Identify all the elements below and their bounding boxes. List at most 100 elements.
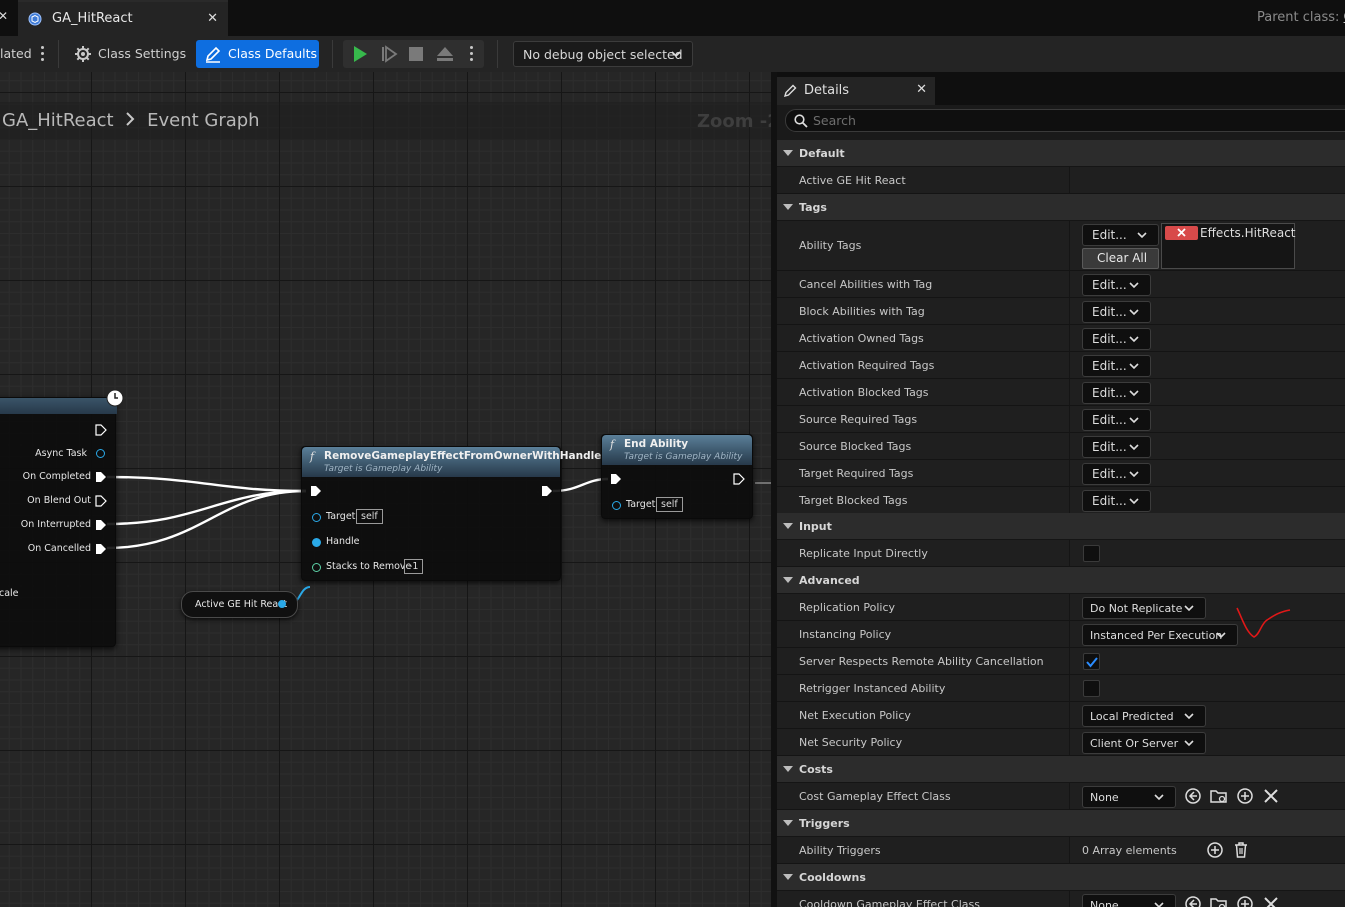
compile-status-label[interactable]: lated: [0, 46, 32, 61]
clear-icon[interactable]: [1262, 895, 1280, 907]
browse-folder-icon[interactable]: [1210, 787, 1228, 805]
tab-ga-hitreact[interactable]: GA_HitReact ✕: [18, 0, 228, 36]
details-search-box[interactable]: [785, 109, 1345, 132]
event-graph-canvas[interactable]: GA_HitReact Event Graph Zoom -2 Async Ta…: [0, 72, 780, 907]
category-costs[interactable]: Costs: [777, 756, 1345, 783]
category-cooldowns[interactable]: Cooldowns: [777, 864, 1345, 891]
property-row: Activation Blocked Tags Edit...: [777, 379, 1345, 406]
edit-tags-button[interactable]: Edit...: [1082, 382, 1151, 404]
async-task-pin[interactable]: [96, 449, 105, 458]
exec-out-pin[interactable]: [95, 471, 107, 483]
select-value: Instanced Per Execution: [1090, 629, 1223, 642]
expand-arrow-icon: [783, 874, 793, 880]
category-default[interactable]: Default: [777, 140, 1345, 167]
target-value[interactable]: self: [356, 509, 383, 524]
eject-icon[interactable]: [436, 45, 454, 63]
server-respects-checkbox[interactable]: [1083, 653, 1100, 670]
details-tab-label: Details: [804, 83, 850, 98]
property-label: Cooldown Gameplay Effect Class: [799, 898, 981, 907]
play-options-icon[interactable]: [470, 46, 474, 62]
tag-value: Effects.HitReact: [1200, 226, 1296, 240]
stacks-value[interactable]: -1: [404, 559, 424, 574]
edit-tags-button[interactable]: Edit...: [1082, 224, 1159, 246]
add-icon[interactable]: [1236, 895, 1254, 907]
search-input[interactable]: [813, 112, 1313, 129]
exec-out-pin[interactable]: [541, 485, 553, 497]
net-security-policy-select[interactable]: Client Or Server: [1082, 732, 1206, 754]
target-pin[interactable]: [612, 501, 621, 510]
handle-pin[interactable]: [312, 538, 321, 547]
close-icon[interactable]: ✕: [916, 82, 927, 97]
pin-label: Async Task: [35, 448, 87, 459]
close-icon[interactable]: ✕: [0, 9, 8, 23]
edit-label: Edit...: [1092, 413, 1127, 427]
net-execution-policy-select[interactable]: Local Predicted: [1082, 705, 1206, 727]
class-settings-button[interactable]: Class Settings: [66, 40, 188, 68]
category-advanced[interactable]: Advanced: [777, 567, 1345, 594]
column-divider: [1069, 891, 1070, 907]
clock-icon: [106, 389, 124, 407]
play-icon[interactable]: [351, 45, 369, 63]
retrigger-checkbox[interactable]: [1083, 680, 1100, 697]
category-triggers[interactable]: Triggers: [777, 810, 1345, 837]
edit-tags-button[interactable]: Edit...: [1082, 355, 1151, 377]
checkmark-icon: [1086, 657, 1098, 668]
variable-out-pin[interactable]: [278, 600, 286, 608]
exec-out-pin[interactable]: [95, 495, 107, 507]
exec-out-pin[interactable]: [95, 424, 107, 436]
category-label: Default: [799, 147, 845, 160]
edit-tags-button[interactable]: Edit...: [1082, 463, 1151, 485]
step-icon[interactable]: [380, 45, 398, 63]
exec-out-pin[interactable]: [733, 473, 745, 485]
pin-label: On Blend Out: [27, 495, 91, 506]
edit-tags-button[interactable]: Edit...: [1082, 274, 1151, 296]
variable-getter-node[interactable]: Active GE Hit React: [181, 591, 298, 618]
clear-icon[interactable]: [1262, 787, 1280, 805]
property-label: Active GE Hit React: [799, 174, 906, 187]
tab-details[interactable]: Details ✕: [777, 77, 935, 105]
stacks-pin[interactable]: [312, 563, 321, 572]
class-defaults-button[interactable]: Class Defaults: [196, 40, 319, 68]
edit-tags-button[interactable]: Edit...: [1082, 436, 1151, 458]
stop-icon[interactable]: [408, 46, 424, 62]
target-pin[interactable]: [312, 513, 321, 522]
use-selected-icon[interactable]: [1184, 895, 1202, 907]
category-input[interactable]: Input: [777, 513, 1345, 540]
remove-tag-button[interactable]: [1165, 226, 1198, 240]
debug-object-select[interactable]: No debug object selected: [513, 41, 693, 67]
end-ability-node[interactable]: f End Ability Target is Gameplay Ability…: [601, 434, 753, 519]
add-icon[interactable]: [1236, 787, 1254, 805]
browse-folder-icon[interactable]: [1210, 895, 1228, 907]
category-label: Tags: [799, 201, 827, 214]
edit-tags-button[interactable]: Edit...: [1082, 409, 1151, 431]
more-options-icon[interactable]: [41, 46, 45, 62]
edit-label: Edit...: [1092, 494, 1127, 508]
instancing-policy-select[interactable]: Instanced Per Execution: [1082, 624, 1238, 646]
replicate-input-checkbox[interactable]: [1083, 545, 1100, 562]
play-montage-node[interactable]: Async Task On Completed On Blend Out On …: [0, 389, 124, 647]
edit-tags-button[interactable]: Edit...: [1082, 490, 1151, 512]
trash-icon[interactable]: [1232, 841, 1250, 859]
close-icon[interactable]: ✕: [207, 11, 218, 26]
clear-all-button[interactable]: Clear All: [1082, 248, 1159, 269]
edit-label: Edit...: [1092, 278, 1127, 292]
exec-in-pin[interactable]: [610, 473, 622, 485]
select-value: Client Or Server: [1090, 737, 1179, 750]
property-row: Activation Required Tags Edit...: [777, 352, 1345, 379]
add-element-icon[interactable]: [1206, 841, 1224, 859]
chevron-down-icon: [1184, 605, 1194, 612]
target-value[interactable]: self: [656, 497, 683, 512]
remove-gameplay-effect-node[interactable]: f RemoveGameplayEffectFromOwnerWithHandl…: [301, 446, 601, 581]
exec-in-pin[interactable]: [310, 485, 322, 497]
edit-tags-button[interactable]: Edit...: [1082, 301, 1151, 323]
edit-tags-button[interactable]: Edit...: [1082, 328, 1151, 350]
cooldown-ge-class-select[interactable]: None: [1082, 894, 1176, 907]
exec-out-pin[interactable]: [95, 519, 107, 531]
use-selected-icon[interactable]: [1184, 787, 1202, 805]
cost-ge-class-select[interactable]: None: [1082, 786, 1176, 808]
category-tags[interactable]: Tags: [777, 194, 1345, 221]
chevron-down-icon: [1129, 471, 1139, 478]
exec-out-pin[interactable]: [95, 543, 107, 555]
replication-policy-select[interactable]: Do Not Replicate: [1082, 597, 1206, 619]
chevron-down-icon: [1184, 740, 1194, 747]
